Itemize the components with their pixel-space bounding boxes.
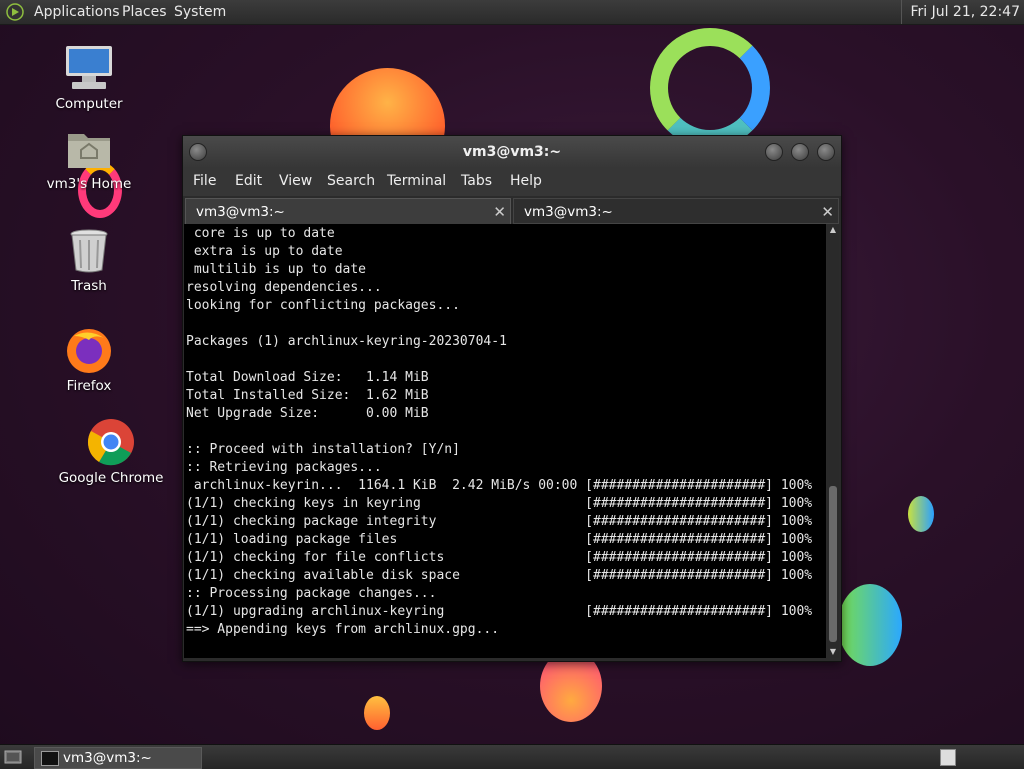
terminal-scrollbar[interactable]: ▲ ▼ (827, 224, 839, 658)
scroll-up-arrow-icon[interactable]: ▲ (827, 224, 839, 236)
terminal-text: core is up to date extra is up to date m… (186, 226, 813, 637)
desktop-icon-label: Firefox (66, 378, 112, 394)
close-button[interactable] (817, 143, 835, 161)
bottom-panel: vm3@vm3:~ (0, 744, 1024, 769)
tab-2[interactable]: vm3@vm3:~ ✕ (513, 198, 839, 224)
menu-search[interactable]: Search (327, 173, 375, 189)
terminal-icon (41, 751, 59, 766)
tab-bar: vm3@vm3:~ ✕ vm3@vm3:~ ✕ (183, 198, 841, 224)
taskbar-label: vm3@vm3:~ (63, 750, 152, 766)
taskbar-terminal-button[interactable]: vm3@vm3:~ (34, 747, 202, 769)
desktop-icon-computer[interactable]: Computer (34, 44, 144, 112)
desktop-icon-label: Trash (71, 278, 107, 294)
clock[interactable]: Fri Jul 21, 22:47 (901, 0, 1024, 24)
terminal-output[interactable]: core is up to date extra is up to date m… (184, 224, 826, 658)
desktop-icon-firefox[interactable]: Firefox (34, 326, 144, 394)
firefox-icon (64, 326, 114, 374)
terminal-window[interactable]: vm3@vm3:~ File Edit View Search Terminal… (182, 135, 842, 662)
applications-menu[interactable]: Applications (34, 0, 120, 24)
computer-icon (64, 44, 114, 92)
places-menu[interactable]: Places (122, 0, 167, 24)
minimize-button[interactable] (765, 143, 783, 161)
home-folder-icon (64, 128, 114, 172)
tab-close-icon[interactable]: ✕ (493, 199, 506, 225)
desktop-icon-trash[interactable]: Trash (34, 228, 144, 294)
top-panel: Applications Places System Fri Jul 21, 2… (0, 0, 1024, 25)
tab-close-icon[interactable]: ✕ (821, 199, 834, 225)
desktop-icon-chrome[interactable]: Google Chrome (56, 418, 166, 486)
menu-file[interactable]: File (193, 173, 216, 189)
green-ring (650, 28, 770, 148)
scroll-thumb[interactable] (829, 486, 837, 642)
blue-green-blob-right (838, 584, 902, 666)
tab-label: vm3@vm3:~ (196, 204, 285, 220)
desktop-icon-label: vm3's Home (46, 176, 132, 192)
tab-label: vm3@vm3:~ (524, 204, 613, 220)
trash-icon (64, 228, 114, 274)
applications-menu-icon[interactable] (6, 3, 24, 21)
show-desktop-icon[interactable] (4, 749, 22, 765)
workspace-switcher[interactable] (940, 749, 956, 766)
system-menu[interactable]: System (174, 0, 226, 24)
menu-view[interactable]: View (279, 173, 312, 189)
tab-1[interactable]: vm3@vm3:~ ✕ (185, 198, 511, 224)
window-menu-button[interactable] (189, 143, 207, 161)
maximize-button[interactable] (791, 143, 809, 161)
menu-tabs[interactable]: Tabs (461, 173, 492, 189)
chrome-icon (86, 418, 136, 466)
menu-terminal[interactable]: Terminal (387, 173, 446, 189)
desktop-icon-label: Computer (55, 96, 123, 112)
menu-edit[interactable]: Edit (235, 173, 262, 189)
window-title: vm3@vm3:~ (462, 144, 562, 160)
desktop-icon-home[interactable]: vm3's Home (34, 128, 144, 192)
menu-help[interactable]: Help (510, 173, 542, 189)
menubar: File Edit View Search Terminal Tabs Help (183, 168, 841, 196)
small-orange-blob (364, 696, 390, 730)
scroll-down-arrow-icon[interactable]: ▼ (827, 646, 839, 658)
small-blob-right (908, 496, 934, 532)
window-titlebar[interactable]: vm3@vm3:~ (183, 136, 841, 168)
desktop-icon-label: Google Chrome (58, 470, 164, 486)
